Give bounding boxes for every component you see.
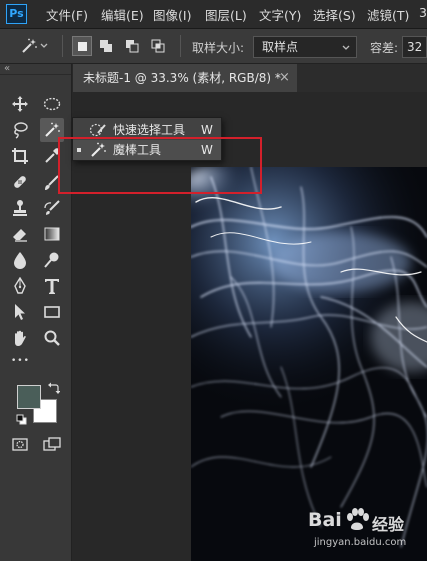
move-tool[interactable] [8,92,32,116]
arrow-cursor-icon [15,304,25,320]
screen-mode-button[interactable] [40,432,64,456]
bandage-icon [14,176,26,188]
stamp-icon [13,200,27,216]
move-icon [12,96,28,112]
drop-icon [14,252,26,269]
clone-stamp-tool[interactable] [8,196,32,220]
options-bar: 取样大小: 取样点 容差: 32 [0,29,427,64]
type-tool[interactable] [40,274,64,298]
document-tab[interactable]: 未标题-1 @ 33.3% (素材, RGB/8) * × [73,64,297,92]
menu-filter[interactable]: 滤镜(T) [367,5,409,24]
chevron-down-icon [342,45,350,50]
history-brush-tool[interactable] [40,196,64,220]
more-tools-icon[interactable]: ••• [11,356,30,366]
menu-image[interactable]: 图像(I) [153,5,191,24]
menu-select[interactable]: 选择(S) [313,5,356,24]
photoshop-logo[interactable]: Ps [6,4,27,24]
elliptical-marquee-icon [43,97,61,111]
zoom-tool[interactable] [40,326,64,350]
tolerance-label: 容差: [370,41,399,55]
magic-wand-icon [22,38,37,53]
tolerance-value: 32 [407,40,423,54]
menu-file[interactable]: 文件(F) [46,5,88,24]
hand-icon [15,330,26,346]
path-selection-tool[interactable] [8,300,32,324]
options-divider [62,35,63,57]
watermark-suffix: 经验 [372,515,405,534]
add-selection-icon [100,40,112,52]
collapse-panel-icon[interactable]: « [4,63,10,74]
crop-tool[interactable] [8,144,32,168]
swap-colors-icon[interactable] [48,382,60,394]
quick-mask-button[interactable] [8,432,32,456]
baidu-jingyan-watermark: Bai 经验 jingyan.baidu.com [308,505,426,553]
watermark-url: jingyan.baidu.com [314,537,407,548]
intersect-selection-icon [151,39,165,53]
subtract-from-selection-button[interactable] [124,38,140,54]
menu-type[interactable]: 文字(Y) [259,5,301,24]
foreground-color-swatch[interactable] [17,385,41,409]
document-tab-bar: 未标题-1 @ 33.3% (素材, RGB/8) * × [73,64,427,92]
tolerance-input[interactable]: 32 [402,36,427,58]
menu-bar: Ps 文件(F) 编辑(E) 图像(I) 图层(L) 文字(Y) 选择(S) 滤… [0,0,427,29]
menu-edit[interactable]: 编辑(E) [101,5,144,24]
menu-3d[interactable]: 3 [419,5,427,20]
subtract-selection-icon [126,40,139,53]
hand-tool[interactable] [8,326,32,350]
screen-mode-icon [43,437,61,451]
eraser-tool[interactable] [8,222,32,246]
intersect-selection-button[interactable] [150,38,166,54]
sample-size-label: 取样大小: [192,41,245,55]
sample-size-dropdown[interactable]: 取样点 [253,36,357,58]
type-icon [45,279,59,294]
tool-preset-picker[interactable] [6,35,48,57]
close-tab-icon[interactable]: × [279,64,290,92]
rectangle-icon [44,306,60,318]
gradient-icon [44,227,60,241]
sample-size-value: 取样点 [262,40,299,54]
gradient-tool[interactable] [40,222,64,246]
rectangle-tool[interactable] [40,300,64,324]
lasso-icon [14,122,28,139]
crop-icon [12,148,28,164]
blur-tool[interactable] [8,248,32,272]
menu-layer[interactable]: 图层(L) [205,5,247,24]
new-selection-button[interactable] [72,36,92,56]
pen-icon [14,277,26,294]
quick-mask-icon [12,438,28,451]
history-brush-icon [44,200,60,215]
document-tab-title: 未标题-1 @ 33.3% (素材, RGB/8) * [83,71,281,85]
healing-brush-tool[interactable] [8,170,32,194]
panel-divider [0,74,71,75]
chevron-down-icon [40,43,48,48]
lasso-tool[interactable] [8,118,32,142]
options-divider [180,35,181,57]
eraser-icon [13,229,27,242]
dodge-icon [44,252,59,268]
add-to-selection-button[interactable] [98,38,114,54]
marquee-tool[interactable] [40,92,64,116]
canvas-image[interactable] [191,167,427,561]
paw-logo-icon [347,508,369,530]
default-colors-icon[interactable] [16,414,27,425]
magnifier-icon [44,330,60,346]
dodge-tool[interactable] [40,248,64,272]
pen-tool[interactable] [8,274,32,298]
watermark-brand: Bai [308,509,342,531]
light-streaks-image [191,167,427,561]
new-selection-icon [77,41,87,51]
annotation-highlight-box [58,137,262,194]
